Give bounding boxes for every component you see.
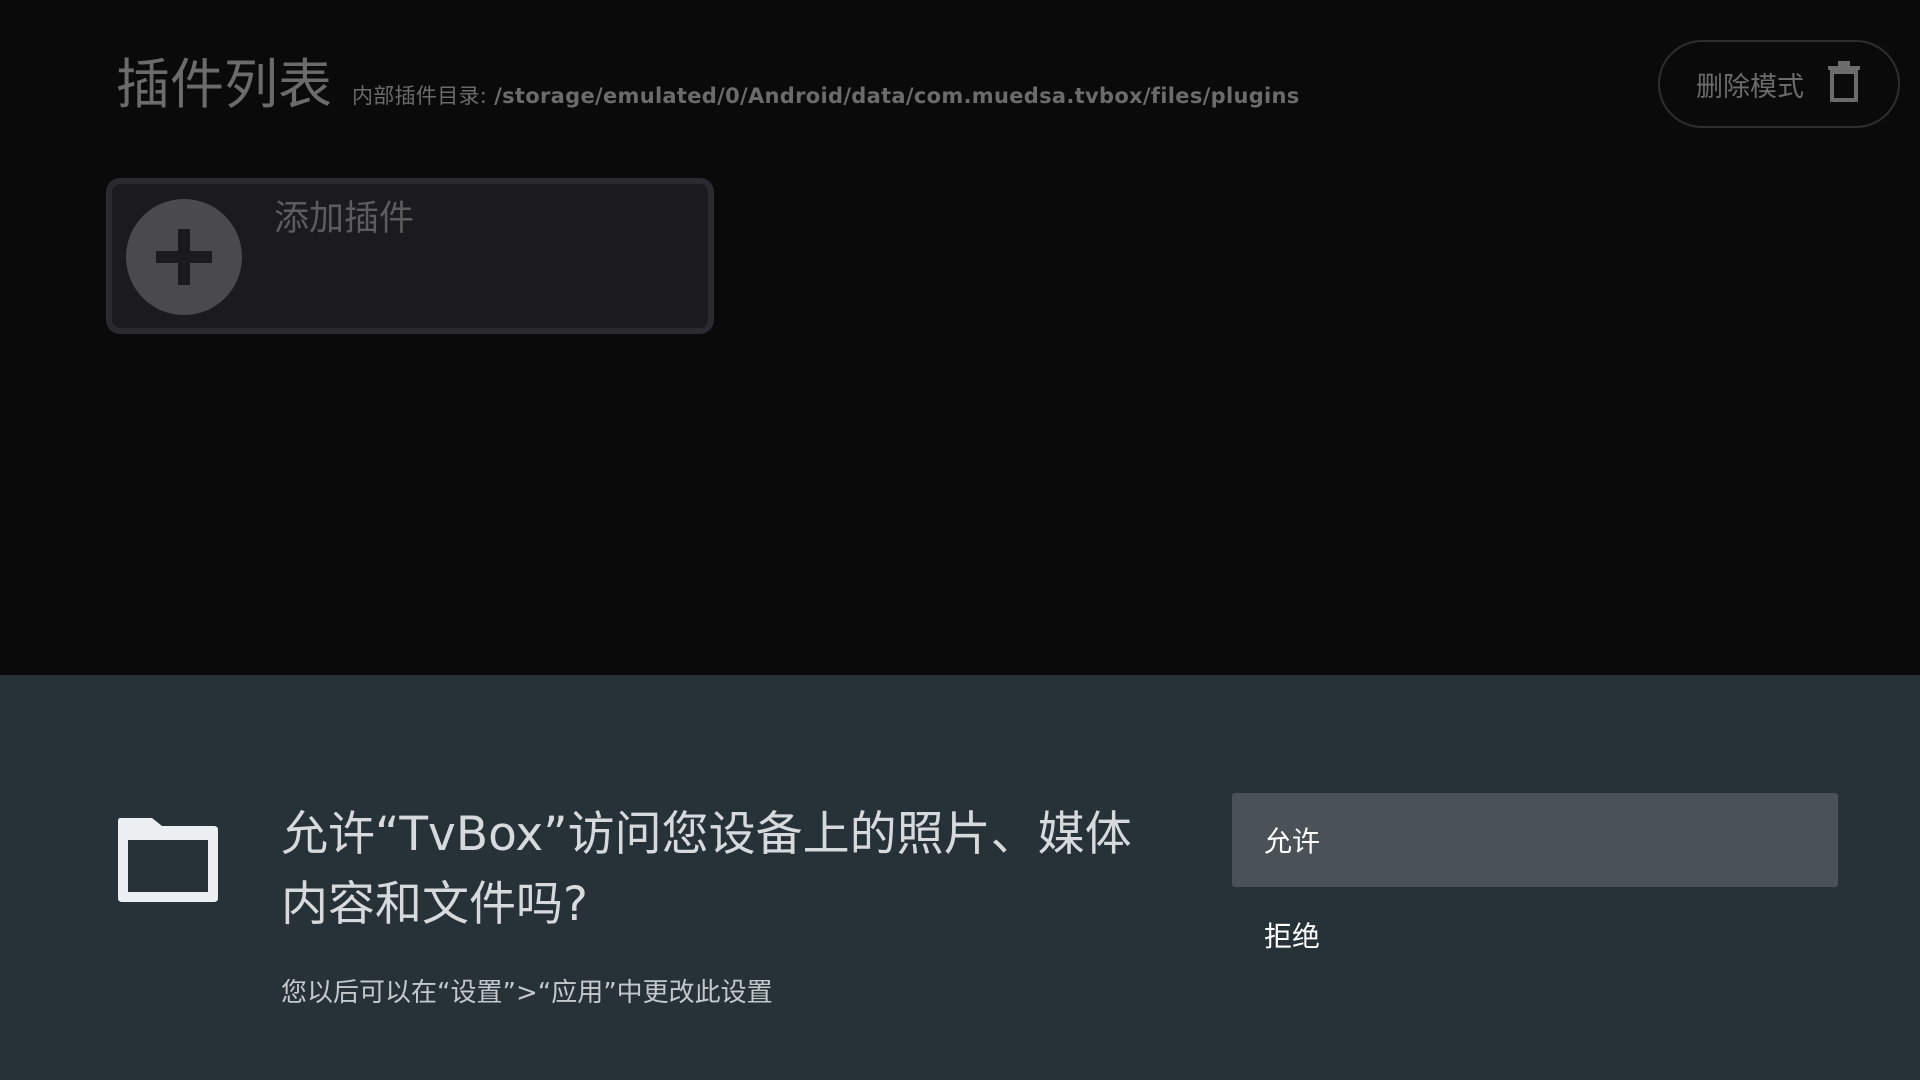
allow-button-label: 允许 [1264, 825, 1321, 858]
permission-message: 允许“TvBox”访问您设备上的照片、媒体内容和文件吗? [281, 807, 1132, 932]
plugin-directory-label: 内部插件目录: [352, 84, 495, 108]
plugin-list-page: 插件列表 内部插件目录: /storage/emulated/0/Android… [0, 0, 1920, 675]
permission-detail: 您以后可以在“设置”>“应用”中更改此设置 [281, 978, 773, 1008]
plugin-directory-path: /storage/emulated/0/Android/data/com.mue… [494, 84, 1300, 108]
allow-button[interactable]: 允许 [1232, 793, 1838, 887]
page-title: 插件列表 [116, 53, 332, 116]
deny-button-label: 拒绝 [1264, 920, 1321, 953]
delete-mode-label: 删除模式 [1696, 71, 1804, 103]
screen: 插件列表 内部插件目录: /storage/emulated/0/Android… [0, 0, 1920, 1080]
add-plugin-label: 添加插件 [274, 199, 415, 239]
delete-mode-button[interactable]: 删除模式 [1658, 40, 1900, 128]
plus-icon [126, 199, 242, 315]
trash-icon [1826, 60, 1862, 109]
add-plugin-card[interactable]: 添加插件 [106, 178, 714, 334]
plugin-directory: 内部插件目录: /storage/emulated/0/Android/data… [352, 80, 1300, 110]
folder-icon [114, 814, 222, 904]
page-header: 插件列表 内部插件目录: /storage/emulated/0/Android… [116, 50, 1300, 120]
deny-button[interactable]: 拒绝 [1232, 888, 1838, 982]
